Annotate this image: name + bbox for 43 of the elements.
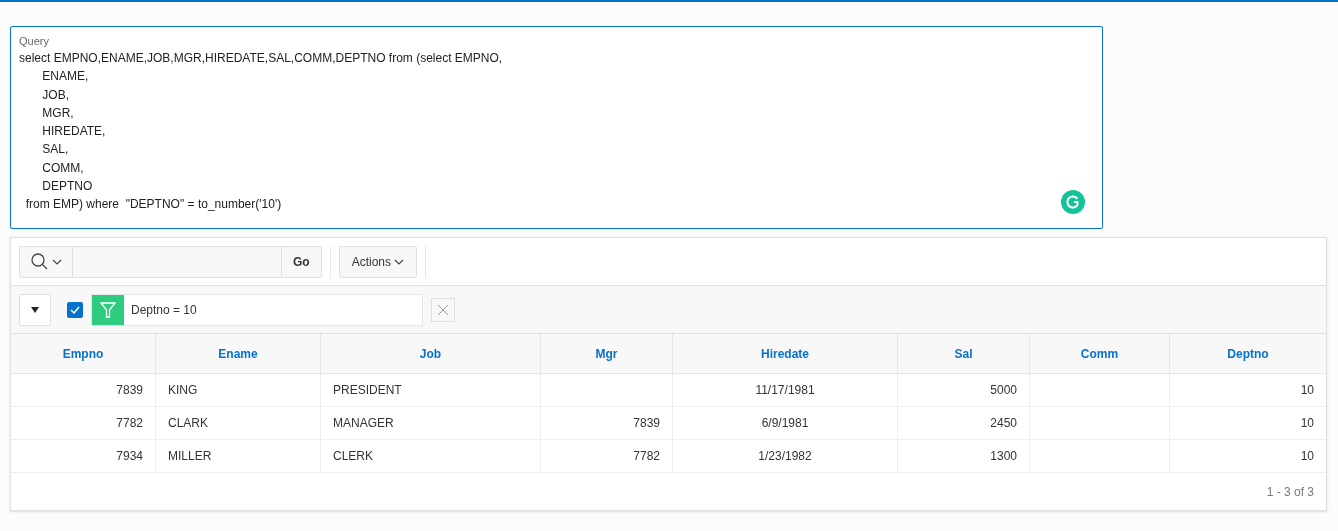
filter-text: Deptno = 10 [130,301,197,319]
collapse-button[interactable] [19,293,51,326]
column-header[interactable]: Sal [954,344,973,363]
table-cell-text: 1/23/1982 [757,448,813,465]
close-icon [437,303,449,316]
table-cell-text: 7934 [115,448,143,465]
remove-filter-button[interactable] [431,297,455,322]
pagination-text: 1 - 3 of 3 [1266,483,1314,501]
filter-checkbox[interactable] [67,301,83,318]
table-cell-text: MILLER [168,448,213,465]
triangle-down-icon [30,305,40,314]
table-cell-text: 10 [1299,448,1314,465]
column-header[interactable]: Hiredate [761,344,809,363]
table-cell-text: 10 [1299,415,1314,432]
table-cell-text: 10 [1299,382,1314,399]
table-cell-text: 2450 [989,415,1017,432]
table-cell-text: 7782 [632,448,660,465]
table-cell-text: CLARK [168,415,209,432]
query-field[interactable]: Query select EMPNO,ENAME,JOB,MGR,HIREDATE,SAL,COMM,DEPTNO from (select EMPNO, ENAME, JOB, MGR, HIREDATE, SAL, COMM, DEPTNO from EMP) where "DEPTNO" = to_number('10') [10,26,1103,229]
column-header[interactable]: Comm [1080,344,1119,363]
filter-chip[interactable]: Deptno = 10 [91,293,423,326]
actions-button[interactable]: Actions [338,245,418,278]
column-header[interactable]: Ename [218,344,258,363]
column-header[interactable]: Deptno [1227,344,1269,363]
chevron-down-icon [394,257,405,266]
filter-icon [99,300,117,319]
column-header[interactable]: Empno [62,344,104,363]
table-cell-text: 6/9/1981 [760,415,810,432]
table-cell-text: KING [168,382,199,399]
column-header[interactable]: Mgr [595,344,618,363]
table-cell-text: 7839 [115,382,143,399]
table-cell-text: 7839 [632,415,660,432]
table-cell-text: CLERK [333,448,374,465]
column-header[interactable]: Job [419,344,442,363]
table-cell-text: 11/17/1981 [754,382,816,399]
go-button[interactable]: Go [281,246,321,277]
field-label: Query [19,34,49,49]
table-cell-text: PRESIDENT [333,382,403,399]
search-field[interactable]: Go [19,245,322,278]
table-cell-text: MANAGER [333,415,395,432]
table-cell-text: 7782 [115,415,143,432]
table-cell-text: 1300 [989,448,1017,465]
table-cell-text: 5000 [989,382,1017,399]
